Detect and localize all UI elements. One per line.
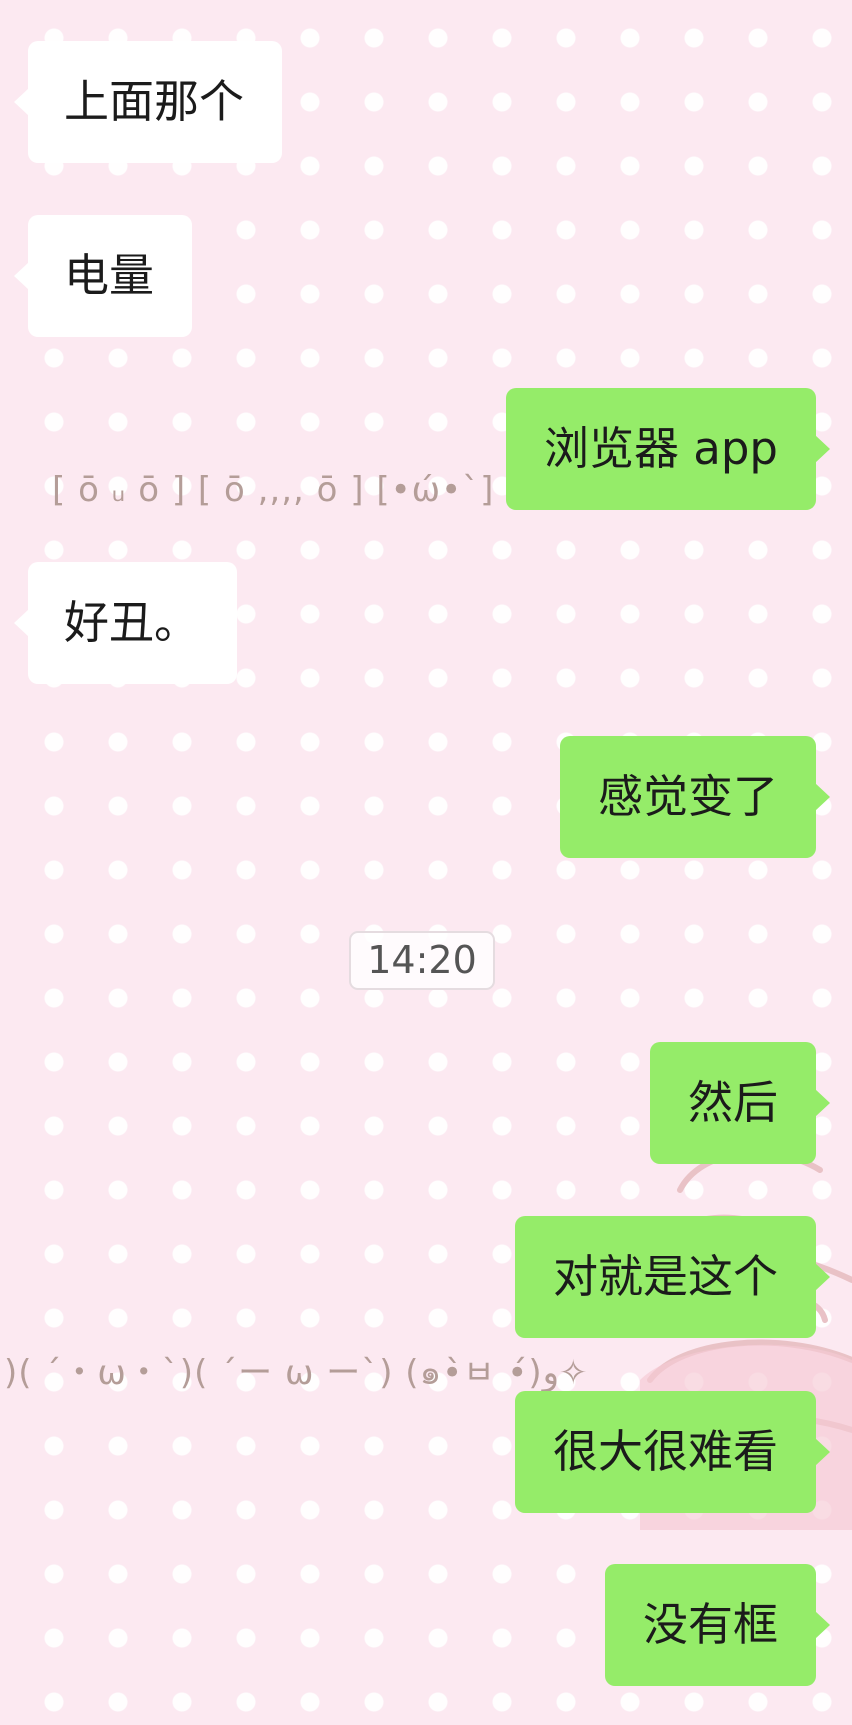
outgoing-message-bubble[interactable]: 然后 <box>649 1042 831 1164</box>
timestamp-divider: 14:20 <box>349 931 495 990</box>
outgoing-message-bubble[interactable]: 感觉变了 <box>559 736 831 858</box>
message-text: 好丑。 <box>64 596 200 649</box>
chat-message-area[interactable]: 上面那个 电量 浏览器 app [ ō ᵤ ō ] [ ō ,,,, ō ] [… <box>0 0 852 1725</box>
message-text: 浏览器 app <box>543 422 778 475</box>
message-text: 电量 <box>64 249 155 302</box>
message-text: 对就是这个 <box>552 1250 778 1303</box>
outgoing-message-bubble[interactable]: 没有框 <box>604 1564 831 1686</box>
message-text: 上面那个 <box>64 75 245 128</box>
incoming-message-bubble[interactable]: 好丑。 <box>13 562 238 684</box>
message-text: 然后 <box>687 1076 778 1129</box>
outgoing-message-bubble[interactable]: 很大很难看 <box>514 1391 831 1513</box>
outgoing-message-bubble[interactable]: 浏览器 app <box>505 388 831 510</box>
message-text: 没有框 <box>642 1598 778 1651</box>
kaomoji-text: )( ´・ω・`)( ´ー ω ー`) (๑•̀ㅂ •́)و✧ <box>4 1353 588 1393</box>
outgoing-message-bubble[interactable]: 对就是这个 <box>514 1216 831 1338</box>
kaomoji-text: [ ō ᵤ ō ] [ ō ,,,, ō ] [•ώ•ˋ] <box>52 470 495 510</box>
message-text: 很大很难看 <box>552 1425 778 1478</box>
message-text: 感觉变了 <box>597 770 778 823</box>
incoming-message-bubble[interactable]: 电量 <box>13 215 193 337</box>
incoming-message-bubble[interactable]: 上面那个 <box>13 41 283 163</box>
